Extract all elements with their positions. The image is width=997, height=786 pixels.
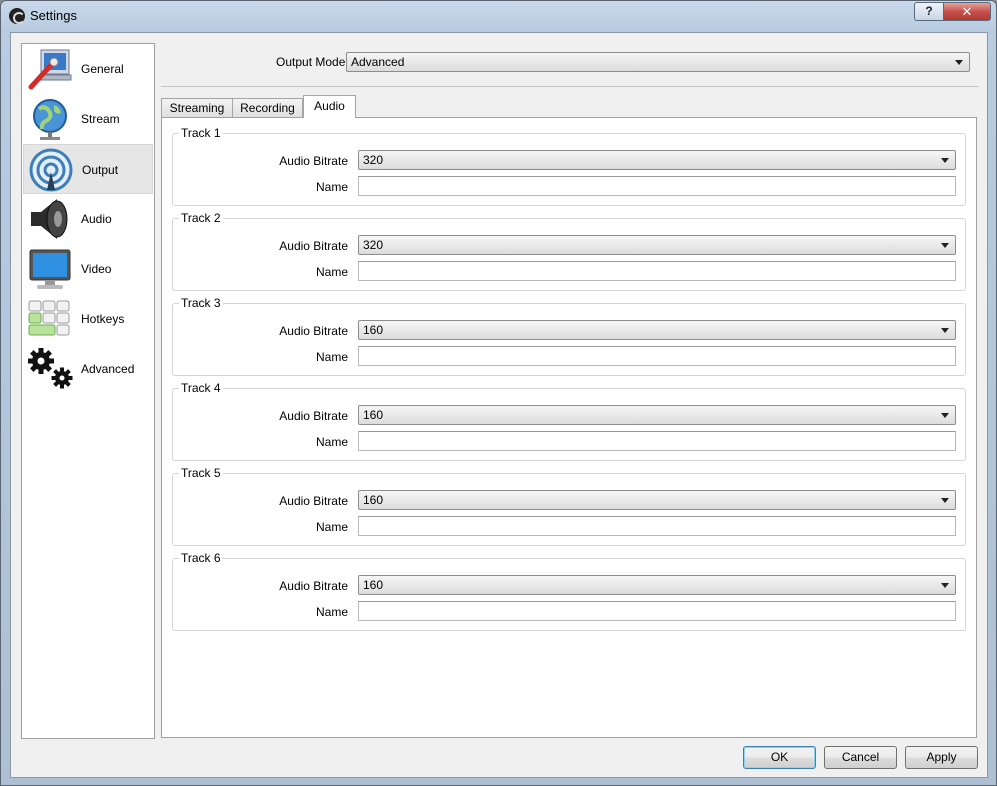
sidebar-item-advanced[interactable]: Advanced — [23, 344, 153, 394]
close-button[interactable]: ✕ — [943, 2, 991, 21]
sidebar-item-label: Audio — [81, 212, 112, 226]
audio-bitrate-value: 160 — [363, 408, 384, 422]
cancel-button[interactable]: Cancel — [824, 746, 897, 769]
chevron-down-icon — [941, 243, 949, 248]
sidebar-item-label: Advanced — [81, 362, 135, 376]
audio-bitrate-value: 160 — [363, 493, 384, 507]
audio-bitrate-label: Audio Bitrate — [279, 154, 348, 168]
audio-tab-panel: Track 1 Audio Bitrate 320 Name Track 2 A… — [161, 117, 977, 738]
track-group: Track 4 Audio Bitrate 160 Name — [172, 381, 966, 461]
track-title: Track 6 — [179, 551, 223, 565]
speaker-icon — [31, 199, 68, 239]
audio-bitrate-select[interactable]: 320 — [358, 235, 956, 255]
tab-audio[interactable]: Audio — [303, 95, 356, 118]
audio-bitrate-select[interactable]: 320 — [358, 150, 956, 170]
gears-icon — [28, 348, 73, 389]
track-group: Track 2 Audio Bitrate 320 Name — [172, 211, 966, 291]
settings-sidebar: General Stream Output Audio Video Hotkey… — [21, 43, 155, 739]
settings-window: Settings ? ✕ General Stream Output Audio… — [0, 0, 997, 786]
obs-logo-icon — [9, 8, 25, 24]
audio-bitrate-value: 160 — [363, 578, 384, 592]
sidebar-item-hotkeys[interactable]: Hotkeys — [23, 294, 153, 344]
track-name-label: Name — [315, 265, 348, 279]
sidebar-item-audio[interactable]: Audio — [23, 194, 153, 244]
sidebar-item-label: Hotkeys — [81, 312, 125, 326]
audio-bitrate-label: Audio Bitrate — [279, 409, 348, 423]
track-name-input[interactable] — [358, 431, 956, 451]
track-name-input[interactable] — [358, 261, 956, 281]
audio-bitrate-select[interactable]: 160 — [358, 575, 956, 595]
track-title: Track 2 — [179, 211, 223, 225]
globe-icon — [33, 99, 67, 140]
audio-bitrate-select[interactable]: 160 — [358, 490, 956, 510]
help-button[interactable]: ? — [914, 2, 944, 21]
track-group: Track 1 Audio Bitrate 320 Name — [172, 126, 966, 206]
track-group: Track 3 Audio Bitrate 160 Name — [172, 296, 966, 376]
window-title: Settings — [30, 8, 77, 23]
track-title: Track 3 — [179, 296, 223, 310]
ok-button[interactable]: OK — [743, 746, 816, 769]
track-name-label: Name — [315, 520, 348, 534]
audio-bitrate-label: Audio Bitrate — [279, 494, 348, 508]
audio-bitrate-label: Audio Bitrate — [279, 324, 348, 338]
track-name-label: Name — [315, 180, 348, 194]
output-settings: Output Mode Advanced Streaming Recording… — [161, 33, 989, 743]
sidebar-item-general[interactable]: General — [23, 44, 153, 94]
sidebar-item-output[interactable]: Output — [23, 144, 153, 194]
title-bar[interactable]: Settings ? ✕ — [1, 1, 996, 31]
keyboard-icon — [28, 300, 70, 336]
track-name-label: Name — [315, 350, 348, 364]
apply-button[interactable]: Apply — [905, 746, 978, 769]
chevron-down-icon — [941, 583, 949, 588]
audio-bitrate-label: Audio Bitrate — [279, 579, 348, 593]
tab-recording[interactable]: Recording — [232, 98, 303, 117]
broadcast-icon — [29, 148, 73, 192]
track-title: Track 4 — [179, 381, 223, 395]
dialog-body: General Stream Output Audio Video Hotkey… — [10, 32, 988, 778]
audio-bitrate-select[interactable]: 160 — [358, 405, 956, 425]
output-mode-label: Output Mode — [276, 55, 346, 69]
audio-bitrate-value: 320 — [363, 238, 384, 252]
chevron-down-icon — [955, 60, 963, 65]
audio-bitrate-value: 320 — [363, 153, 384, 167]
sidebar-item-video[interactable]: Video — [23, 244, 153, 294]
chevron-down-icon — [941, 328, 949, 333]
track-name-input[interactable] — [358, 516, 956, 536]
track-name-label: Name — [315, 435, 348, 449]
divider — [161, 86, 979, 87]
track-title: Track 1 — [179, 126, 223, 140]
audio-bitrate-value: 160 — [363, 323, 384, 337]
track-title: Track 5 — [179, 466, 223, 480]
track-name-label: Name — [315, 605, 348, 619]
output-mode-select[interactable]: Advanced — [346, 52, 970, 72]
sidebar-item-label: General — [81, 62, 124, 76]
track-name-input[interactable] — [358, 346, 956, 366]
track-group: Track 5 Audio Bitrate 160 Name — [172, 466, 966, 546]
sidebar-item-label: Video — [81, 262, 112, 276]
audio-bitrate-label: Audio Bitrate — [279, 239, 348, 253]
audio-bitrate-select[interactable]: 160 — [358, 320, 956, 340]
chevron-down-icon — [941, 413, 949, 418]
track-name-input[interactable] — [358, 176, 956, 196]
chevron-down-icon — [941, 158, 949, 163]
monitor-icon — [29, 249, 71, 289]
chevron-down-icon — [941, 498, 949, 503]
output-mode-value: Advanced — [351, 55, 405, 69]
sidebar-item-label: Output — [82, 163, 119, 177]
tab-streaming[interactable]: Streaming — [161, 98, 233, 117]
sidebar-item-stream[interactable]: Stream — [23, 94, 153, 144]
sidebar-item-label: Stream — [81, 112, 120, 126]
track-group: Track 6 Audio Bitrate 160 Name — [172, 551, 966, 631]
track-name-input[interactable] — [358, 601, 956, 621]
general-icon — [28, 49, 72, 90]
